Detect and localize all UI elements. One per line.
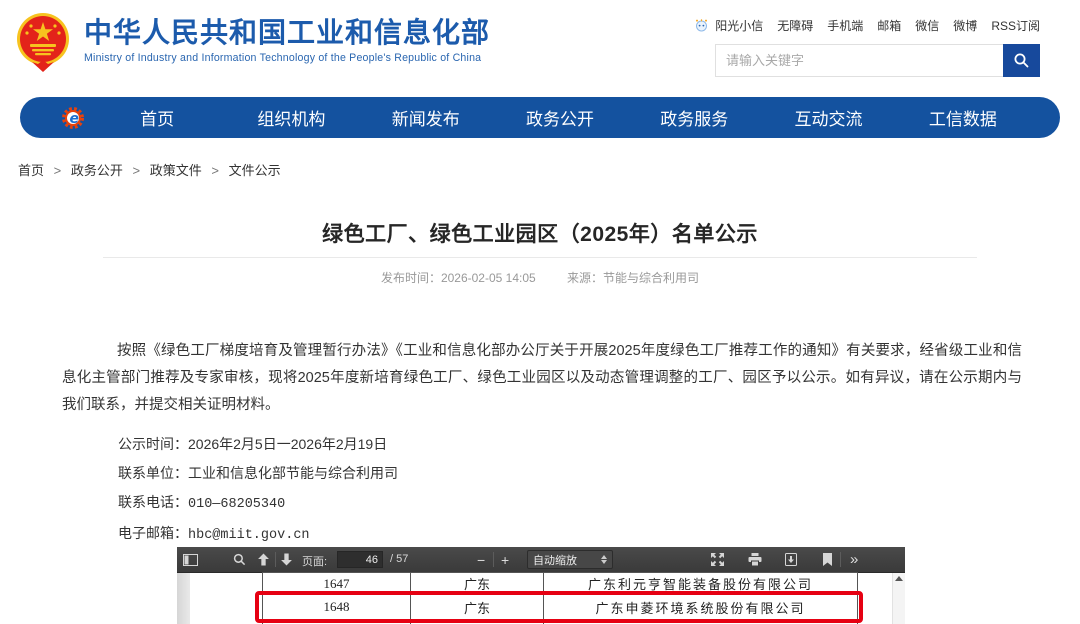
- nav-gov-disclosure[interactable]: 政务公开: [493, 105, 627, 130]
- article-meta: 发布时间：2026-02-05 14:05 来源：节能与综合利用司: [0, 269, 1080, 286]
- search-icon: [1013, 52, 1030, 69]
- detail-publicity-period: 公示时间：2026年2月5日一2026年2月19日: [118, 430, 398, 459]
- link-rss[interactable]: RSS订阅: [991, 17, 1040, 34]
- site-header: 中华人民共和国工业和信息化部 Ministry of Industry and …: [0, 0, 1080, 95]
- breadcrumb-separator: >: [54, 163, 62, 178]
- row-number-cell: 1647: [263, 573, 411, 595]
- table-row: 1647 广东 广东利元亨智能装备股份有限公司: [263, 573, 858, 595]
- detail-contact-email: 电子邮箱：hbc@miit.gov.cn: [118, 519, 398, 550]
- pdf-zoom-out-button[interactable]: −: [477, 547, 485, 572]
- link-mail[interactable]: 邮箱: [877, 17, 901, 34]
- nav-news[interactable]: 新闻发布: [359, 105, 493, 130]
- main-nav: e 首页 组织机构 新闻发布 政务公开 政务服务 互动交流 工信数据: [20, 97, 1060, 138]
- link-sunshine-assistant[interactable]: 阳光小信: [715, 17, 763, 34]
- province-cell: 广东: [411, 573, 544, 595]
- title-divider: [103, 257, 977, 258]
- toolbar-divider: [840, 552, 841, 567]
- pdf-scrollbar[interactable]: [892, 573, 905, 624]
- nav-interaction[interactable]: 互动交流: [761, 105, 895, 130]
- link-accessibility[interactable]: 无障碍: [777, 17, 813, 34]
- pdf-bookmark-icon[interactable]: [822, 547, 833, 572]
- pdf-find-icon[interactable]: [233, 547, 246, 572]
- select-spinner-icon: [601, 555, 607, 564]
- article-source: 来源：节能与综合利用司: [567, 271, 699, 285]
- search-input[interactable]: [716, 45, 1003, 76]
- svg-text:e: e: [70, 111, 80, 127]
- pdf-table: 1647 广东 广东利元亨智能装备股份有限公司 1648 广东 广东申菱环境系统…: [262, 572, 858, 624]
- pdf-presentation-mode-icon[interactable]: [711, 547, 724, 572]
- pdf-viewer: 页面: / 57 − + 自动缩放 » 1647 广东 广: [177, 547, 905, 624]
- breadcrumb-separator: >: [211, 163, 219, 178]
- toolbar-divider: [275, 552, 276, 567]
- link-weibo[interactable]: 微博: [953, 17, 977, 34]
- article-details: 公示时间：2026年2月5日一2026年2月19日 联系单位：工业和信息化部节能…: [118, 430, 398, 550]
- toolbar-divider: [493, 552, 494, 567]
- detail-contact-phone: 联系电话：010—68205340: [118, 488, 398, 519]
- nav-home[interactable]: 首页: [90, 105, 224, 130]
- nav-organization[interactable]: 组织机构: [224, 105, 358, 130]
- company-cell: 广东申菱环境系统股份有限公司: [544, 595, 858, 620]
- breadcrumb: 首页 > 政务公开 > 政策文件 > 文件公示: [18, 160, 281, 179]
- publish-time: 发布时间：2026-02-05 14:05: [381, 271, 536, 285]
- pdf-toolbar: 页面: / 57 − + 自动缩放 »: [177, 547, 905, 573]
- search-bar: [715, 44, 1040, 77]
- breadcrumb-gov-disclosure[interactable]: 政务公开: [71, 163, 123, 178]
- sunshine-assistant-icon: [694, 18, 709, 33]
- row-number-cell: 1648: [263, 595, 411, 620]
- link-mobile[interactable]: 手机端: [827, 17, 863, 34]
- link-wechat[interactable]: 微信: [915, 17, 939, 34]
- table-row-clipped: [263, 620, 858, 624]
- nav-miit-data[interactable]: 工信数据: [896, 105, 1030, 130]
- province-cell: 广东: [411, 595, 544, 620]
- breadcrumb-policy-files[interactable]: 政策文件: [150, 163, 202, 178]
- pdf-scale-value: 自动缩放: [533, 552, 577, 568]
- top-utility-links: 阳光小信 无障碍 手机端 邮箱 微信 微博 RSS订阅: [694, 17, 1040, 34]
- pdf-scale-select[interactable]: 自动缩放: [527, 550, 613, 569]
- search-button[interactable]: [1003, 44, 1040, 77]
- pdf-sidebar-toggle-icon[interactable]: [183, 547, 198, 572]
- breadcrumb-home[interactable]: 首页: [18, 163, 44, 178]
- detail-contact-unit: 联系单位：工业和信息化部节能与综合利用司: [118, 459, 398, 488]
- pdf-download-icon[interactable]: [785, 547, 797, 572]
- pdf-page-content: 1647 广东 广东利元亨智能装备股份有限公司 1648 广东 广东申菱环境系统…: [177, 573, 905, 624]
- breadcrumb-file-publicity[interactable]: 文件公示: [229, 163, 281, 178]
- pdf-zoom-in-button[interactable]: +: [501, 547, 509, 572]
- pdf-left-gutter: [177, 573, 190, 624]
- breadcrumb-separator: >: [133, 163, 141, 178]
- pdf-print-icon[interactable]: [748, 547, 762, 572]
- site-subtitle: Ministry of Industry and Information Tec…: [84, 52, 490, 64]
- table-row-highlighted: 1648 广东 广东申菱环境系统股份有限公司: [263, 595, 858, 620]
- miit-gear-logo-icon: e: [60, 105, 90, 131]
- pdf-more-tools-icon[interactable]: »: [850, 547, 856, 572]
- article-paragraph: 按照《绿色工厂梯度培育及管理暂行办法》《工业和信息化部办公厅关于开展2025年度…: [62, 338, 1022, 419]
- article-title: 绿色工厂、绿色工业园区（2025年）名单公示: [0, 218, 1080, 248]
- national-emblem-logo: [14, 12, 72, 72]
- scroll-up-icon[interactable]: [895, 576, 903, 581]
- pdf-page-down-icon[interactable]: [280, 547, 293, 572]
- site-title: 中华人民共和国工业和信息化部: [84, 17, 490, 49]
- company-cell: 广东利元亨智能装备股份有限公司: [544, 573, 858, 595]
- pdf-page-total: / 57: [390, 553, 408, 565]
- pdf-page-up-icon[interactable]: [257, 547, 270, 572]
- pdf-page-number-input[interactable]: [337, 551, 383, 568]
- nav-gov-services[interactable]: 政务服务: [627, 105, 761, 130]
- pdf-page-label: 页面:: [302, 553, 327, 569]
